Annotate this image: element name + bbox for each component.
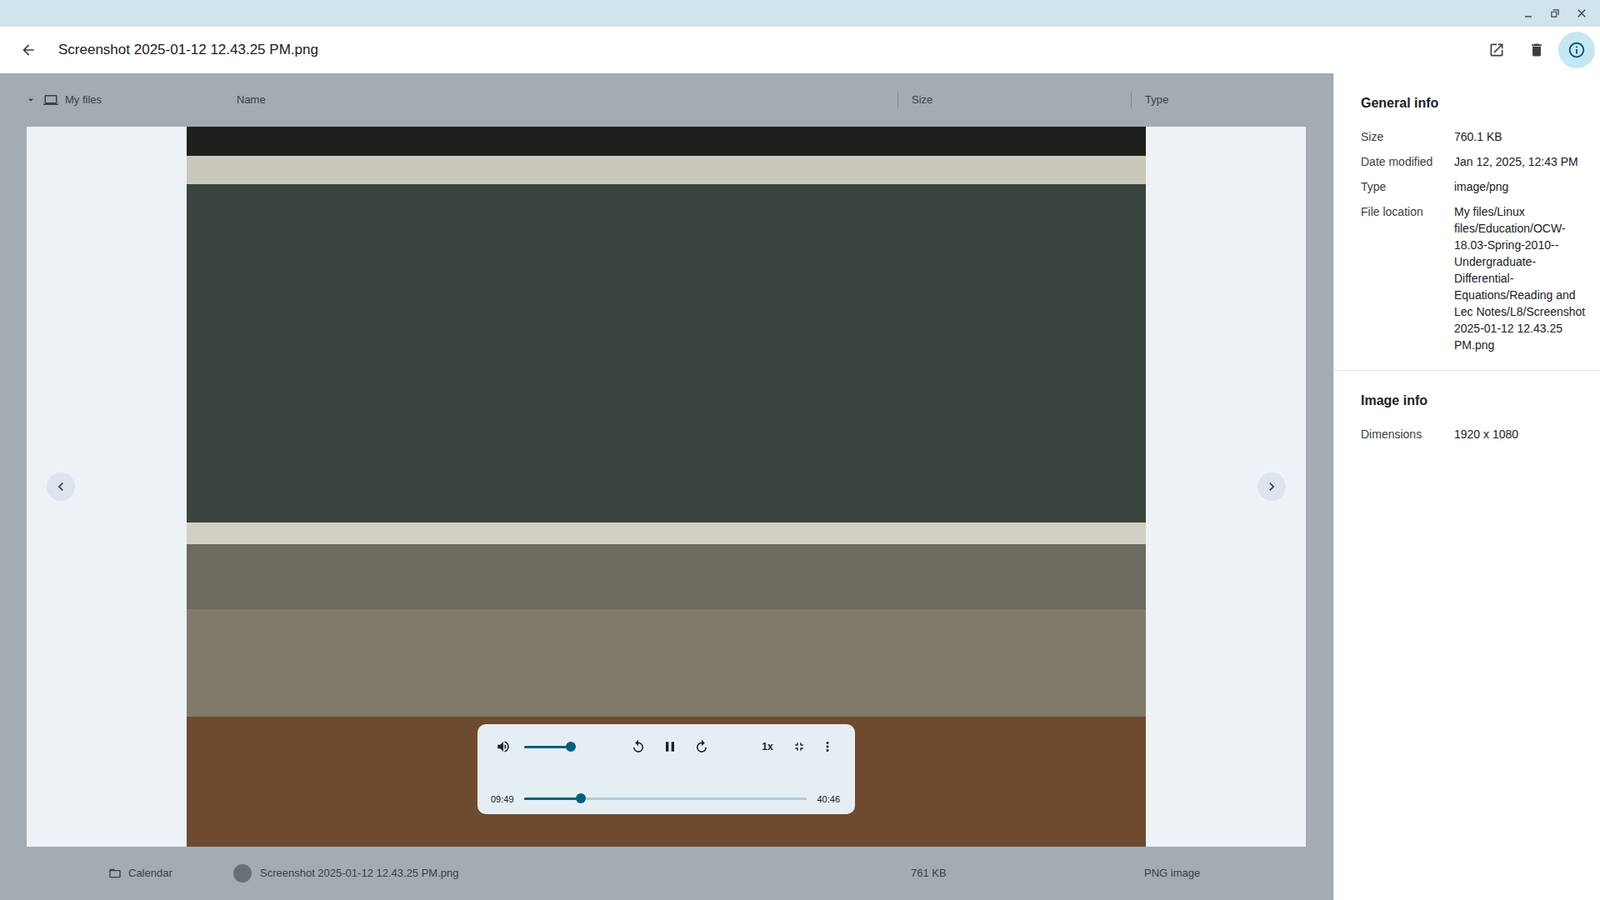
column-header[interactable]: Name xyxy=(219,91,898,109)
sidebar-item[interactable]: My files xyxy=(0,91,220,109)
info-value: 760.1 KB xyxy=(1454,128,1503,145)
duration: 40:46 xyxy=(816,792,840,807)
info-row: Size760.1 KB xyxy=(1360,128,1587,154)
file-type: PNG image xyxy=(1144,866,1200,880)
section-title: Image info xyxy=(1360,390,1587,411)
info-panel: General infoSize760.1 KBDate modifiedJan… xyxy=(1333,73,1600,900)
previous-image-icon[interactable] xyxy=(46,472,75,501)
info-row: Typeimage/png xyxy=(1360,178,1587,204)
info-label: Size xyxy=(1360,128,1455,145)
section-title: General info xyxy=(1360,93,1587,114)
player-area: 1x 09:49 40:46 xyxy=(0,126,1334,847)
column-label: Size xyxy=(911,91,933,109)
sidebar-label: My files xyxy=(65,91,102,109)
minimize-icon[interactable] xyxy=(1515,0,1542,27)
column-header-row: My files Name Size Type xyxy=(0,73,1334,127)
volume-slider[interactable] xyxy=(524,745,576,749)
folder-icon xyxy=(108,866,122,880)
info-label: Date modified xyxy=(1360,153,1455,170)
section-divider xyxy=(1334,370,1600,371)
seek-fill xyxy=(524,797,581,800)
column-label: Type xyxy=(1145,91,1169,109)
file-size: 761 KB xyxy=(910,866,947,880)
header-bar: Screenshot 2025-01-12 12.43.25 PM.png xyxy=(0,26,1600,74)
column-label: Name xyxy=(236,91,266,109)
file-title: Screenshot 2025-01-12 12.43.25 PM.png xyxy=(58,39,1475,61)
info-label: File location xyxy=(1360,203,1455,354)
next-image-icon[interactable] xyxy=(1257,472,1286,501)
column-header[interactable]: Size xyxy=(897,92,1131,108)
info-value: 1920 x 1080 xyxy=(1454,425,1519,443)
close-icon[interactable] xyxy=(1568,0,1595,27)
video-frame: 1x 09:49 40:46 xyxy=(186,126,1146,847)
forward-icon[interactable] xyxy=(689,734,715,760)
exit-fullscreen-icon[interactable] xyxy=(786,734,812,760)
info-value: image/png xyxy=(1454,178,1509,195)
volume-knob[interactable] xyxy=(565,741,576,752)
rewind-icon[interactable] xyxy=(625,734,651,760)
title-bar xyxy=(0,0,1600,27)
seek-knob[interactable] xyxy=(575,793,586,804)
video-pane: 1x 09:49 40:46 xyxy=(26,126,1306,847)
pause-icon[interactable] xyxy=(657,734,683,760)
current-time: 09:49 xyxy=(490,792,515,807)
info-row: Date modifiedJan 12, 2025, 12:43 PM xyxy=(1360,153,1587,179)
info-row: File locationMy files/Linux files/Educat… xyxy=(1360,203,1587,362)
restore-icon[interactable] xyxy=(1541,0,1569,27)
file-row[interactable]: Screenshot 2025-01-12 12.43.25 PM.png 761… xyxy=(219,864,1334,883)
seek-bar[interactable] xyxy=(524,797,808,800)
back-arrow-icon[interactable] xyxy=(10,31,47,69)
open-external-icon[interactable] xyxy=(1478,31,1515,69)
file-thumbnail-icon xyxy=(233,864,252,883)
video-controls: 1x 09:49 40:46 xyxy=(477,724,855,815)
gallery-window: Screenshot 2025-01-12 12.43.25 PM.png My… xyxy=(0,0,1600,900)
laptop-icon xyxy=(43,92,59,108)
info-value: My files/Linux files/Education/OCW-18.03… xyxy=(1454,203,1587,354)
sidebar-label: Calendar xyxy=(128,865,173,882)
info-icon[interactable] xyxy=(1558,31,1595,69)
volume-icon[interactable] xyxy=(490,734,516,760)
image-view: My files Name Size Type 1x 09:49 40:46 Calendar… xyxy=(0,73,1334,900)
info-label: Type xyxy=(1360,178,1455,195)
delete-icon[interactable] xyxy=(1518,31,1555,69)
column-header[interactable]: Type xyxy=(1130,92,1334,108)
file-name: Screenshot 2025-01-12 12.43.25 PM.png xyxy=(260,865,460,882)
file-list-bottom: Calendar Screenshot 2025-01-12 12.43.25 P… xyxy=(0,846,1334,900)
info-row: Dimensions1920 x 1080 xyxy=(1360,425,1587,451)
volume-fill xyxy=(524,745,571,749)
expand-caret-icon[interactable] xyxy=(25,94,37,106)
info-value: Jan 12, 2025, 12:43 PM xyxy=(1454,153,1579,170)
sidebar-item[interactable]: Calendar xyxy=(0,865,220,882)
info-label: Dimensions xyxy=(1360,425,1455,443)
more-menu-icon[interactable] xyxy=(815,734,840,760)
speed-button[interactable]: 1x xyxy=(755,739,780,755)
